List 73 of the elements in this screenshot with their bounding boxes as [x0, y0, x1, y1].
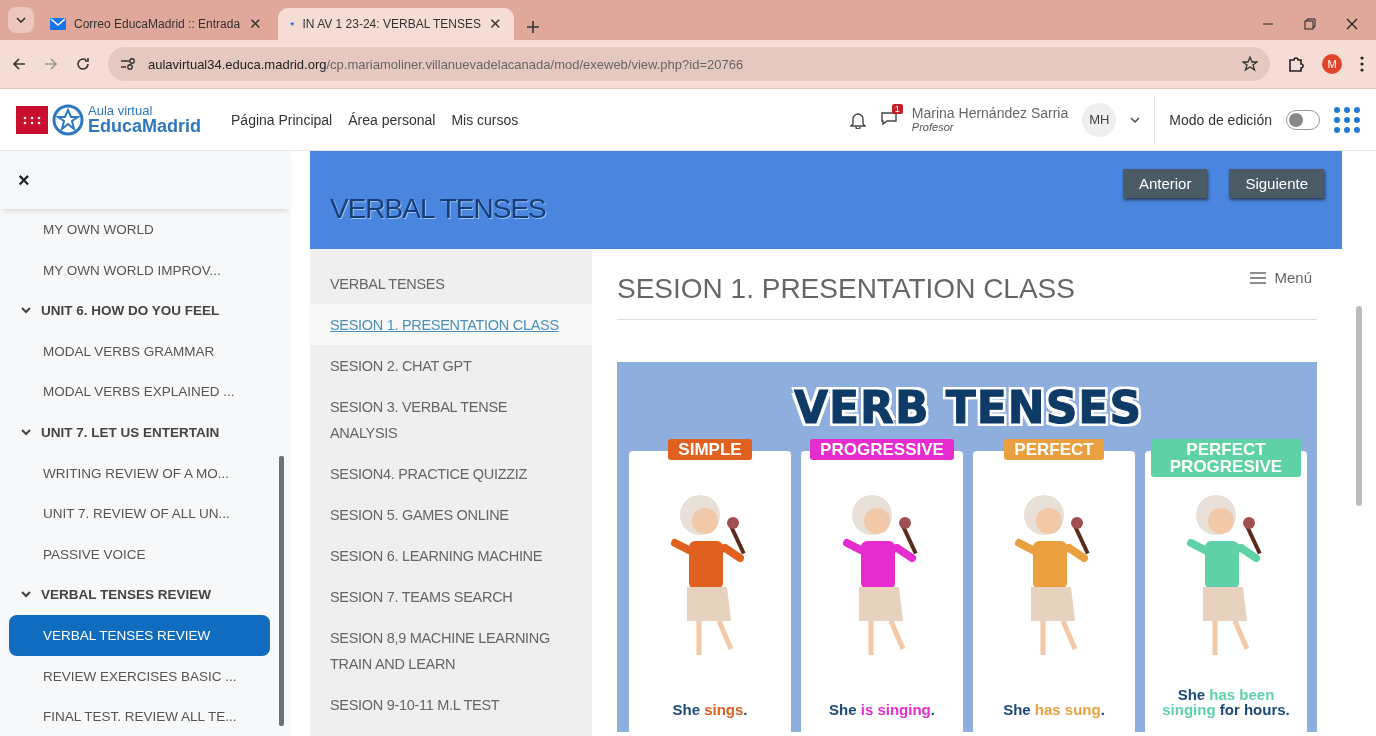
star-icon[interactable] [1242, 56, 1258, 72]
chevron-down-icon[interactable] [21, 591, 31, 599]
course-activity[interactable]: PASSIVE VOICE [9, 534, 270, 575]
page-link[interactable]: SESION 7. TEAMS SEARCH [310, 576, 592, 617]
resource-title: VERBAL TENSES [330, 193, 546, 225]
restore-icon[interactable] [1304, 18, 1316, 30]
course-section[interactable]: VERBAL TENSES REVIEW [9, 574, 270, 616]
course-activity[interactable]: FINAL TEST. REVIEW ALL TE... [9, 696, 270, 736]
course-activity[interactable]: MY OWN WORLD [9, 209, 270, 250]
mail-icon [50, 18, 66, 30]
profile-avatar[interactable]: M [1322, 54, 1342, 74]
example-sentence: She has been singing for hours. [1161, 686, 1291, 718]
course-activity[interactable]: REVIEW EXERCISES BASIC ... [9, 655, 270, 697]
back-arrow-icon[interactable] [12, 57, 26, 71]
user-avatar[interactable]: MH [1082, 102, 1117, 137]
chevron-down-icon[interactable] [21, 429, 31, 437]
example-sentence: She is singing. [828, 702, 936, 718]
course-activity[interactable]: MY OWN WORLD IMPROV... [9, 249, 270, 291]
site-settings-icon[interactable] [120, 57, 136, 71]
address-bar[interactable]: aulavirtual34.educa.madrid.org/cp.mariamoliner.villanuevadelacanada/mod/exeweb/view.php?id=20766 [108, 47, 1270, 81]
tab-close-button[interactable]: ✕ [249, 15, 262, 33]
tense-label: PERFECT PROGRESIVE [1151, 439, 1301, 477]
notification-badge: 1 [891, 103, 903, 114]
menu-icon[interactable] [1250, 271, 1267, 284]
browser-tab[interactable]: Correo EducaMadrid :: Entrada ✕ [38, 8, 274, 40]
app-grid-icon[interactable] [1334, 106, 1360, 133]
tense-label: PERFECT [1004, 439, 1104, 460]
edit-mode-toggle[interactable] [1286, 109, 1320, 130]
nav-link[interactable]: Mis cursos [451, 111, 519, 128]
course-section[interactable]: UNIT 6. HOW DO YOU FEEL [9, 290, 270, 332]
close-icon[interactable] [1346, 18, 1358, 30]
page-link[interactable]: SESION 6. LEARNING MACHINE [310, 535, 592, 576]
page-link[interactable]: SESION 3. VERBAL TENSE ANALYSIS [310, 386, 592, 453]
nav-link[interactable]: Área personal [348, 111, 436, 128]
nav-link[interactable]: Página Principal [231, 111, 333, 128]
edit-mode-label: Modo de edición [1169, 111, 1272, 128]
logo-subtitle: Aula virtual [88, 104, 154, 117]
star-circle-logo-icon [52, 103, 84, 136]
course-activity[interactable]: VERBAL TENSES REVIEW [9, 615, 270, 656]
page-link[interactable]: SESION 2. CHAT GPT [310, 345, 592, 386]
menu-button[interactable]: Menú [1250, 269, 1312, 286]
next-button[interactable]: Siguiente [1229, 169, 1324, 198]
new-tab-icon[interactable] [526, 20, 540, 34]
tense-label: SIMPLE [668, 439, 752, 460]
user-name: Marina Hernández Sarria [911, 105, 1069, 122]
course-activity[interactable]: UNIT 7. REVIEW OF ALL UN... [9, 493, 270, 535]
logo-title: EducaMadrid [88, 117, 202, 135]
course-section[interactable]: UNIT 7. LET US ENTERTAIN [9, 412, 270, 453]
page-link[interactable]: VERBAL TENSES [310, 263, 592, 304]
chevron-down-icon[interactable] [21, 307, 31, 315]
previous-button[interactable]: Anterior [1122, 169, 1208, 198]
chevron-down-icon[interactable] [16, 17, 26, 23]
reload-icon[interactable] [76, 57, 90, 71]
puzzle-piece-icon[interactable] [1288, 56, 1304, 72]
chevron-down-icon[interactable] [1130, 116, 1141, 123]
browser-tab[interactable]: IN AV 1 23-24: VERBAL TENSES ✕ [278, 8, 514, 40]
course-activity[interactable]: MODAL VERBS GRAMMAR [9, 331, 270, 372]
course-activity[interactable]: WRITING REVIEW OF A MO... [9, 452, 270, 494]
page-link[interactable]: SESION 9-10-11 M.L TEST [310, 684, 592, 725]
example-sentence: She sings. [671, 702, 749, 718]
page-link[interactable]: SESION 8,9 MACHINE LEARNING TRAIN AND LEARN [310, 617, 592, 684]
example-sentence: She has sung. [1002, 702, 1106, 718]
page-link[interactable]: SESION4. PRACTICE QUIZZIZ [310, 453, 592, 494]
tab-close-button[interactable]: ✕ [489, 15, 502, 33]
bell-icon[interactable] [849, 110, 866, 129]
course-activity[interactable]: MODAL VERBS EXPLAINED ... [9, 371, 270, 413]
user-role: Profesor [911, 121, 955, 134]
tense-label: PROGRESSIVE [810, 439, 954, 460]
page-link[interactable]: SESION 5. GAMES ONLINE [310, 494, 592, 535]
poster-title: VERB TENSES [793, 382, 1143, 433]
close-drawer-button[interactable]: × [0, 151, 290, 210]
flag-logo-icon [16, 105, 48, 134]
more-options-icon[interactable] [1360, 56, 1364, 72]
